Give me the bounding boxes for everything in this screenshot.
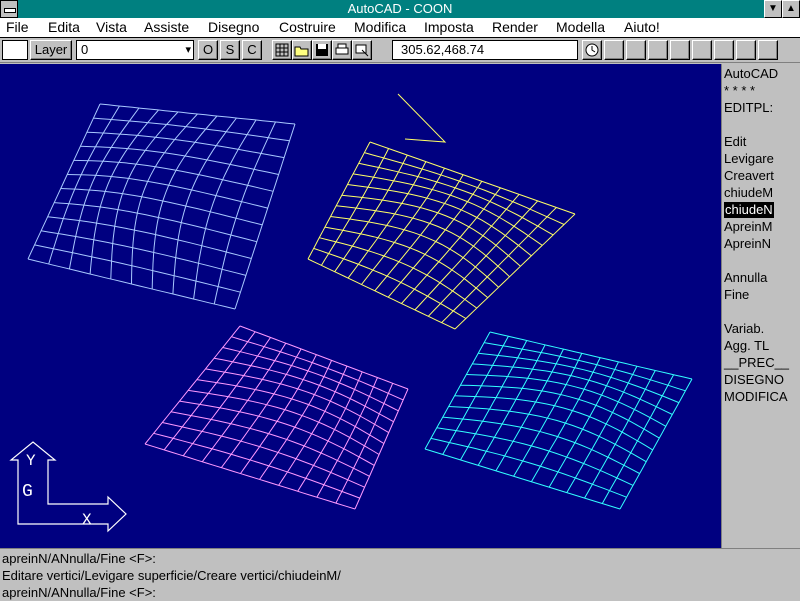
side-item-chiudem[interactable]: chiudeM [724, 185, 773, 201]
toolbar-slot-7[interactable] [736, 40, 756, 60]
aerial-view-icon[interactable] [582, 40, 602, 60]
menu-modifica[interactable]: Modifica [354, 19, 406, 36]
toolbar-slot-3[interactable] [648, 40, 668, 60]
maximize-button[interactable]: ▲ [782, 0, 800, 18]
window-title: AutoCAD - COON [347, 1, 453, 16]
side-item-disegno[interactable]: DISEGNO [724, 372, 784, 388]
toolbar: Layer 0 ▾ O S C 305.62,468.74 [0, 38, 800, 63]
side-header-autocad[interactable]: AutoCAD [724, 66, 778, 82]
menu-bar: File Edita Vista Assiste Disegno Costrui… [0, 18, 800, 38]
side-item-fine[interactable]: Fine [724, 287, 749, 303]
side-item-variab[interactable]: Variab. [724, 321, 764, 337]
color-swatch[interactable] [2, 40, 28, 60]
side-item-modifica[interactable]: MODIFICA [724, 389, 788, 405]
screen-menu: AutoCAD * * * * EDITPL: Edit Levigare Cr… [721, 64, 800, 548]
ucs-g-label: G [22, 482, 33, 502]
side-item-annulla[interactable]: Annulla [724, 270, 767, 286]
minimize-button[interactable]: ▼ [764, 0, 782, 18]
title-bar: AutoCAD - COON ▼ ▲ [0, 0, 800, 18]
layer-button[interactable]: Layer [30, 40, 72, 60]
coordinate-display: 305.62,468.74 [392, 40, 578, 60]
ucs-x-label: X [82, 511, 92, 529]
side-item-apreinn[interactable]: ApreinN [724, 236, 771, 252]
print-icon[interactable] [332, 40, 352, 60]
command-line-2: Editare vertici/Levigare superficie/Crea… [2, 568, 341, 583]
menu-modella[interactable]: Modella [556, 19, 605, 36]
mesh-surface-magenta[interactable] [144, 325, 409, 510]
mesh-surface-blue[interactable] [27, 103, 296, 310]
menu-render[interactable]: Render [492, 19, 538, 36]
drawing-canvas[interactable]: Y X G [0, 64, 721, 548]
menu-imposta[interactable]: Imposta [424, 19, 474, 36]
ucs-icon: Y X G [9, 441, 127, 533]
layer-select[interactable]: 0 ▾ [76, 40, 194, 60]
toolbar-slot-6[interactable] [714, 40, 734, 60]
snap-toggle[interactable]: S [220, 40, 240, 60]
coords-toggle[interactable]: C [242, 40, 262, 60]
side-header-stars[interactable]: * * * * [724, 83, 755, 99]
command-prompt[interactable]: apreinN/ANnulla/Fine <F>: [2, 585, 156, 601]
side-item-edit[interactable]: Edit [724, 134, 746, 150]
menu-assiste[interactable]: Assiste [144, 19, 189, 36]
menu-aiuto[interactable]: Aiuto! [624, 19, 660, 36]
drawing-area[interactable]: Y X G [0, 64, 721, 548]
toolbar-slot-5[interactable] [692, 40, 712, 60]
command-area[interactable]: apreinN/ANnulla/Fine <F>: Editare vertic… [0, 548, 800, 601]
pointer-icon[interactable] [352, 40, 372, 60]
menu-edita[interactable]: Edita [48, 19, 80, 36]
side-item-creavert[interactable]: Creavert [724, 168, 774, 184]
side-item-prec[interactable]: __PREC__ [724, 355, 789, 371]
mesh-surface-cyan[interactable] [424, 331, 693, 510]
ortho-toggle[interactable]: O [198, 40, 218, 60]
side-item-agg-tl[interactable]: Agg. TL [724, 338, 769, 354]
menu-vista[interactable]: Vista [96, 19, 127, 36]
toolbar-slot-2[interactable] [626, 40, 646, 60]
mesh-surface-yellow[interactable] [307, 93, 576, 330]
menu-costruire[interactable]: Costruire [279, 19, 336, 36]
command-line-1: apreinN/ANnulla/Fine <F>: [2, 551, 156, 566]
chevron-down-icon: ▾ [185, 44, 191, 56]
toolbar-slot-8[interactable] [758, 40, 778, 60]
save-icon[interactable] [312, 40, 332, 60]
menu-file[interactable]: File [6, 19, 29, 36]
toolbar-slot-4[interactable] [670, 40, 690, 60]
layer-value: 0 [81, 42, 89, 57]
side-item-apreinm[interactable]: ApreinM [724, 219, 772, 235]
toolbar-slot-1[interactable] [604, 40, 624, 60]
grid-icon[interactable] [272, 40, 292, 60]
side-header-editpl: EDITPL: [724, 100, 774, 115]
menu-disegno[interactable]: Disegno [208, 19, 259, 36]
side-item-levigare[interactable]: Levigare [724, 151, 774, 167]
side-item-chiuden[interactable]: chiudeN [724, 202, 774, 218]
ucs-y-label: Y [26, 452, 36, 470]
open-icon[interactable] [292, 40, 312, 60]
